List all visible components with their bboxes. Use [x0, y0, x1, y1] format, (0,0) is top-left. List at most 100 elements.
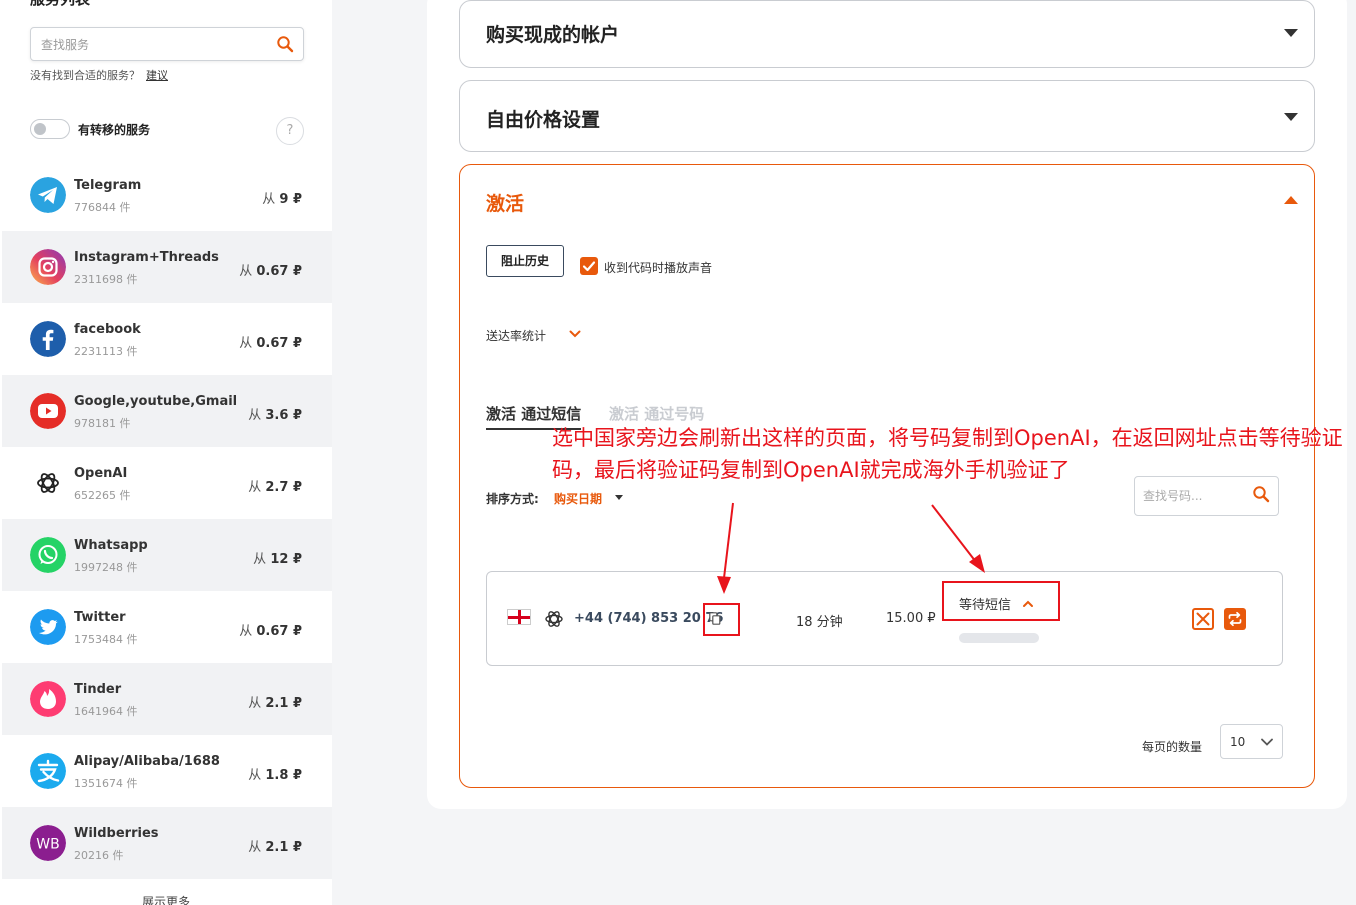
service-name: Instagram+Threads	[74, 250, 219, 265]
cancel-button[interactable]	[1192, 608, 1214, 630]
service-item-tinder[interactable]: Tinder 1641964 件 从 2.1 ₽	[2, 663, 332, 735]
price-prefix: 从	[253, 552, 267, 567]
service-price: 从 1.8 ₽	[248, 764, 302, 783]
activation-row: +44 (744) 853 20 76 18 分钟 15.00 ₽ 等待短信	[486, 571, 1283, 666]
chevron-down-icon	[1261, 738, 1273, 746]
service-item-alipay[interactable]: Alipay/Alibaba/1688 1351674 件 从 1.8 ₽	[2, 735, 332, 807]
service-item-whatsapp[interactable]: Whatsapp 1997248 件 从 12 ₽	[2, 519, 332, 591]
wildberries-badge: WB	[36, 837, 59, 853]
sound-checkbox-label[interactable]: 收到代码时播放声音	[604, 259, 712, 276]
service-count: 1997248 件	[74, 561, 138, 574]
main-panel: 购买现成的帐户 自由价格设置 激活 阻止历史 收到代码时播放声音 送达率统计 激…	[427, 0, 1347, 809]
service-name: Wildberries	[74, 826, 159, 841]
accordion-free-price[interactable]: 自由价格设置	[459, 80, 1315, 152]
service-count: 978181 件	[74, 417, 131, 430]
price-prefix: 从	[248, 840, 262, 855]
price-value: 0.67 ₽	[256, 264, 302, 279]
flag-cross-horizontal	[508, 616, 530, 619]
repeat-button[interactable]	[1224, 608, 1246, 630]
delivery-stats-toggle[interactable]: 送达率统计	[486, 327, 546, 344]
accordion-buy-accounts[interactable]: 购买现成的帐户	[459, 0, 1315, 68]
service-price: 从 2.7 ₽	[248, 476, 302, 495]
toggle-knob	[34, 123, 46, 135]
service-item-twitter[interactable]: Twitter 1753484 件 从 0.67 ₽	[2, 591, 332, 663]
service-search-box[interactable]	[30, 27, 304, 61]
search-icon[interactable]	[1252, 485, 1270, 503]
sound-checkbox[interactable]	[580, 257, 598, 275]
chevron-up-icon[interactable]	[1284, 196, 1298, 204]
service-name: Tinder	[74, 682, 122, 697]
service-item-google[interactable]: Google,youtube,Gmail 978181 件 从 3.6 ₽	[2, 375, 332, 447]
tab-activation-number[interactable]: 激活 通过号码	[609, 403, 704, 424]
duration: 18 分钟	[796, 615, 843, 630]
accordion-title: 购买现成的帐户	[486, 24, 620, 46]
service-item-openai[interactable]: OpenAI 652265 件 从 2.7 ₽	[2, 447, 332, 519]
service-item-telegram[interactable]: Telegram 776844 件 从 9 ₽	[2, 159, 332, 231]
service-count: 20216 件	[74, 849, 124, 862]
price-prefix: 从	[239, 336, 253, 351]
service-list: Telegram 776844 件 从 9 ₽ Instagram+Thread…	[2, 159, 332, 879]
price-value: 3.6 ₽	[265, 408, 302, 423]
service-count: 776844 件	[74, 201, 131, 214]
service-name: Alipay/Alibaba/1688	[74, 754, 220, 769]
price-value: 0.67 ₽	[256, 336, 302, 351]
openai-icon	[30, 465, 66, 501]
price-value: 1.8 ₽	[265, 768, 302, 783]
price-value: 0.67 ₽	[256, 624, 302, 639]
england-flag-icon	[507, 609, 531, 625]
service-price: 从 3.6 ₽	[248, 404, 302, 423]
per-page-label: 每页的数量	[1142, 740, 1203, 754]
chevron-down-icon[interactable]	[568, 327, 582, 341]
service-search-input[interactable]	[41, 35, 261, 55]
copy-highlight-box	[703, 603, 740, 636]
service-count: 2311698 件	[74, 273, 138, 286]
history-button[interactable]: 阻止历史	[486, 245, 564, 277]
transfer-toggle[interactable]	[30, 119, 70, 139]
wait-sms-highlight-box	[942, 581, 1060, 621]
help-icon[interactable]: ?	[276, 117, 304, 145]
close-icon	[1196, 612, 1210, 626]
alipay-icon	[30, 753, 66, 789]
per-page-select[interactable]: 10	[1220, 724, 1283, 759]
sort-dropdown[interactable]: 购买日期	[554, 490, 602, 507]
not-found-hint: 没有找到合适的服务？ 建议	[30, 67, 168, 83]
service-count: 2231113 件	[74, 345, 138, 358]
repeat-icon	[1228, 611, 1242, 627]
service-item-instagram[interactable]: Instagram+Threads 2311698 件 从 0.67 ₽	[2, 231, 332, 303]
price-value: 2.1 ₽	[265, 696, 302, 711]
service-price: 从 0.67 ₽	[239, 620, 302, 639]
sidebar-title: 服务列表	[30, 0, 90, 9]
service-item-facebook[interactable]: facebook 2231113 件 从 0.67 ₽	[2, 303, 332, 375]
price-value: 9 ₽	[279, 192, 302, 207]
service-price: 从 2.1 ₽	[248, 692, 302, 711]
service-count: 1753484 件	[74, 633, 138, 646]
suggest-link[interactable]: 建议	[146, 69, 168, 82]
caret-down-icon[interactable]	[615, 495, 623, 500]
whatsapp-icon	[30, 537, 66, 573]
wildberries-icon: WB	[30, 825, 66, 861]
show-more-link[interactable]: 展示更多	[0, 893, 332, 905]
service-price: 从 2.1 ₽	[248, 836, 302, 855]
service-name: Twitter	[74, 610, 126, 625]
check-icon	[582, 261, 596, 272]
not-found-text: 没有找到合适的服务？	[30, 69, 140, 82]
price-value: 12 ₽	[270, 552, 302, 567]
service-name: OpenAI	[74, 466, 128, 481]
price-prefix: 从	[248, 768, 262, 783]
chevron-down-icon[interactable]	[1284, 29, 1298, 37]
wait-progress-bar	[959, 633, 1039, 643]
youtube-icon	[30, 393, 66, 429]
service-name: Telegram	[74, 178, 142, 193]
telegram-icon	[30, 177, 66, 213]
service-item-wildberries[interactable]: WB Wildberries 20216 件 从 2.1 ₽	[2, 807, 332, 879]
openai-icon	[545, 611, 563, 627]
number-search-input[interactable]	[1143, 489, 1243, 503]
price-prefix: 从	[262, 192, 276, 207]
search-icon[interactable]	[276, 35, 294, 53]
chevron-down-icon[interactable]	[1284, 113, 1298, 121]
service-count: 652265 件	[74, 489, 131, 502]
twitter-icon	[30, 609, 66, 645]
accordion-title[interactable]: 激活	[486, 189, 524, 216]
price-prefix: 从	[239, 624, 253, 639]
price-value: 2.7 ₽	[265, 480, 302, 495]
